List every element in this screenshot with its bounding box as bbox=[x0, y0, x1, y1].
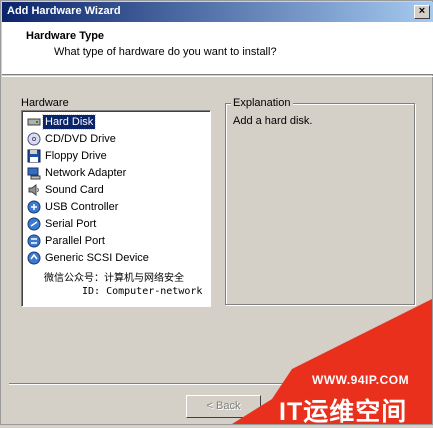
list-item-label: Serial Port bbox=[45, 218, 97, 230]
explanation-text: Add a hard disk. bbox=[233, 115, 313, 127]
wechat-id-watermark-text: ID: Computer-network bbox=[82, 286, 203, 297]
speaker-icon bbox=[28, 184, 39, 196]
hard-disk-icon bbox=[27, 118, 41, 126]
wizard-header: Hardware Type What type of hardware do y… bbox=[2, 22, 433, 75]
list-item-generic-scsi-device[interactable]: Generic SCSI Device bbox=[27, 250, 151, 266]
cd-dvd-icon bbox=[27, 132, 41, 146]
list-item-label: USB Controller bbox=[45, 201, 119, 213]
watermark-brand-text: IT运维空间 bbox=[279, 398, 408, 426]
close-button[interactable]: × bbox=[414, 5, 430, 19]
wechat-watermark-text: 微信公众号：计算机与网络安全 bbox=[44, 273, 184, 284]
explanation-label: Explanation bbox=[231, 97, 293, 109]
serial-port-icon bbox=[27, 217, 41, 231]
usb-icon bbox=[27, 200, 41, 214]
window-title: Add Hardware Wizard bbox=[7, 5, 121, 17]
add-hardware-wizard-window: Add Hardware Wizard × Hardware Type What… bbox=[0, 0, 433, 426]
hardware-list-label: Hardware bbox=[21, 97, 69, 109]
list-item-label: Hard Disk bbox=[41, 114, 97, 130]
hardware-list[interactable]: Hard Disk CD/DVD Drive Floppy Drive Netw… bbox=[21, 110, 211, 307]
close-icon: × bbox=[418, 5, 426, 17]
list-item-floppy-drive[interactable]: Floppy Drive bbox=[27, 148, 109, 164]
scsi-icon bbox=[27, 251, 41, 265]
page-title: Hardware Type bbox=[26, 30, 105, 42]
list-item-label: Network Adapter bbox=[45, 167, 127, 179]
list-item-label: Generic SCSI Device bbox=[45, 252, 149, 264]
parallel-port-icon bbox=[27, 234, 41, 248]
page-subtitle: What type of hardware do you want to ins… bbox=[54, 46, 277, 58]
header-divider bbox=[2, 76, 433, 77]
list-item-label: Floppy Drive bbox=[45, 150, 107, 162]
list-item-network-adapter[interactable]: Network Adapter bbox=[27, 165, 128, 181]
list-item-sound-card[interactable]: Sound Card bbox=[27, 182, 106, 198]
network-adapter-icon bbox=[27, 167, 41, 180]
title-bar[interactable]: Add Hardware Wizard × bbox=[2, 2, 433, 22]
floppy-icon bbox=[27, 149, 41, 163]
watermark-url-text: WWW.94IP.COM bbox=[312, 373, 410, 387]
list-item-parallel-port[interactable]: Parallel Port bbox=[27, 233, 107, 249]
explanation-group bbox=[225, 103, 415, 305]
list-item-usb-controller[interactable]: USB Controller bbox=[27, 199, 120, 215]
list-item-serial-port[interactable]: Serial Port bbox=[27, 216, 98, 232]
list-item-label: Parallel Port bbox=[45, 235, 105, 247]
list-item-label: CD/DVD Drive bbox=[45, 133, 116, 145]
list-item-label: Sound Card bbox=[45, 184, 104, 196]
list-item-cd-dvd-drive[interactable]: CD/DVD Drive bbox=[27, 131, 118, 147]
list-item-hard-disk[interactable]: Hard Disk bbox=[27, 114, 97, 130]
